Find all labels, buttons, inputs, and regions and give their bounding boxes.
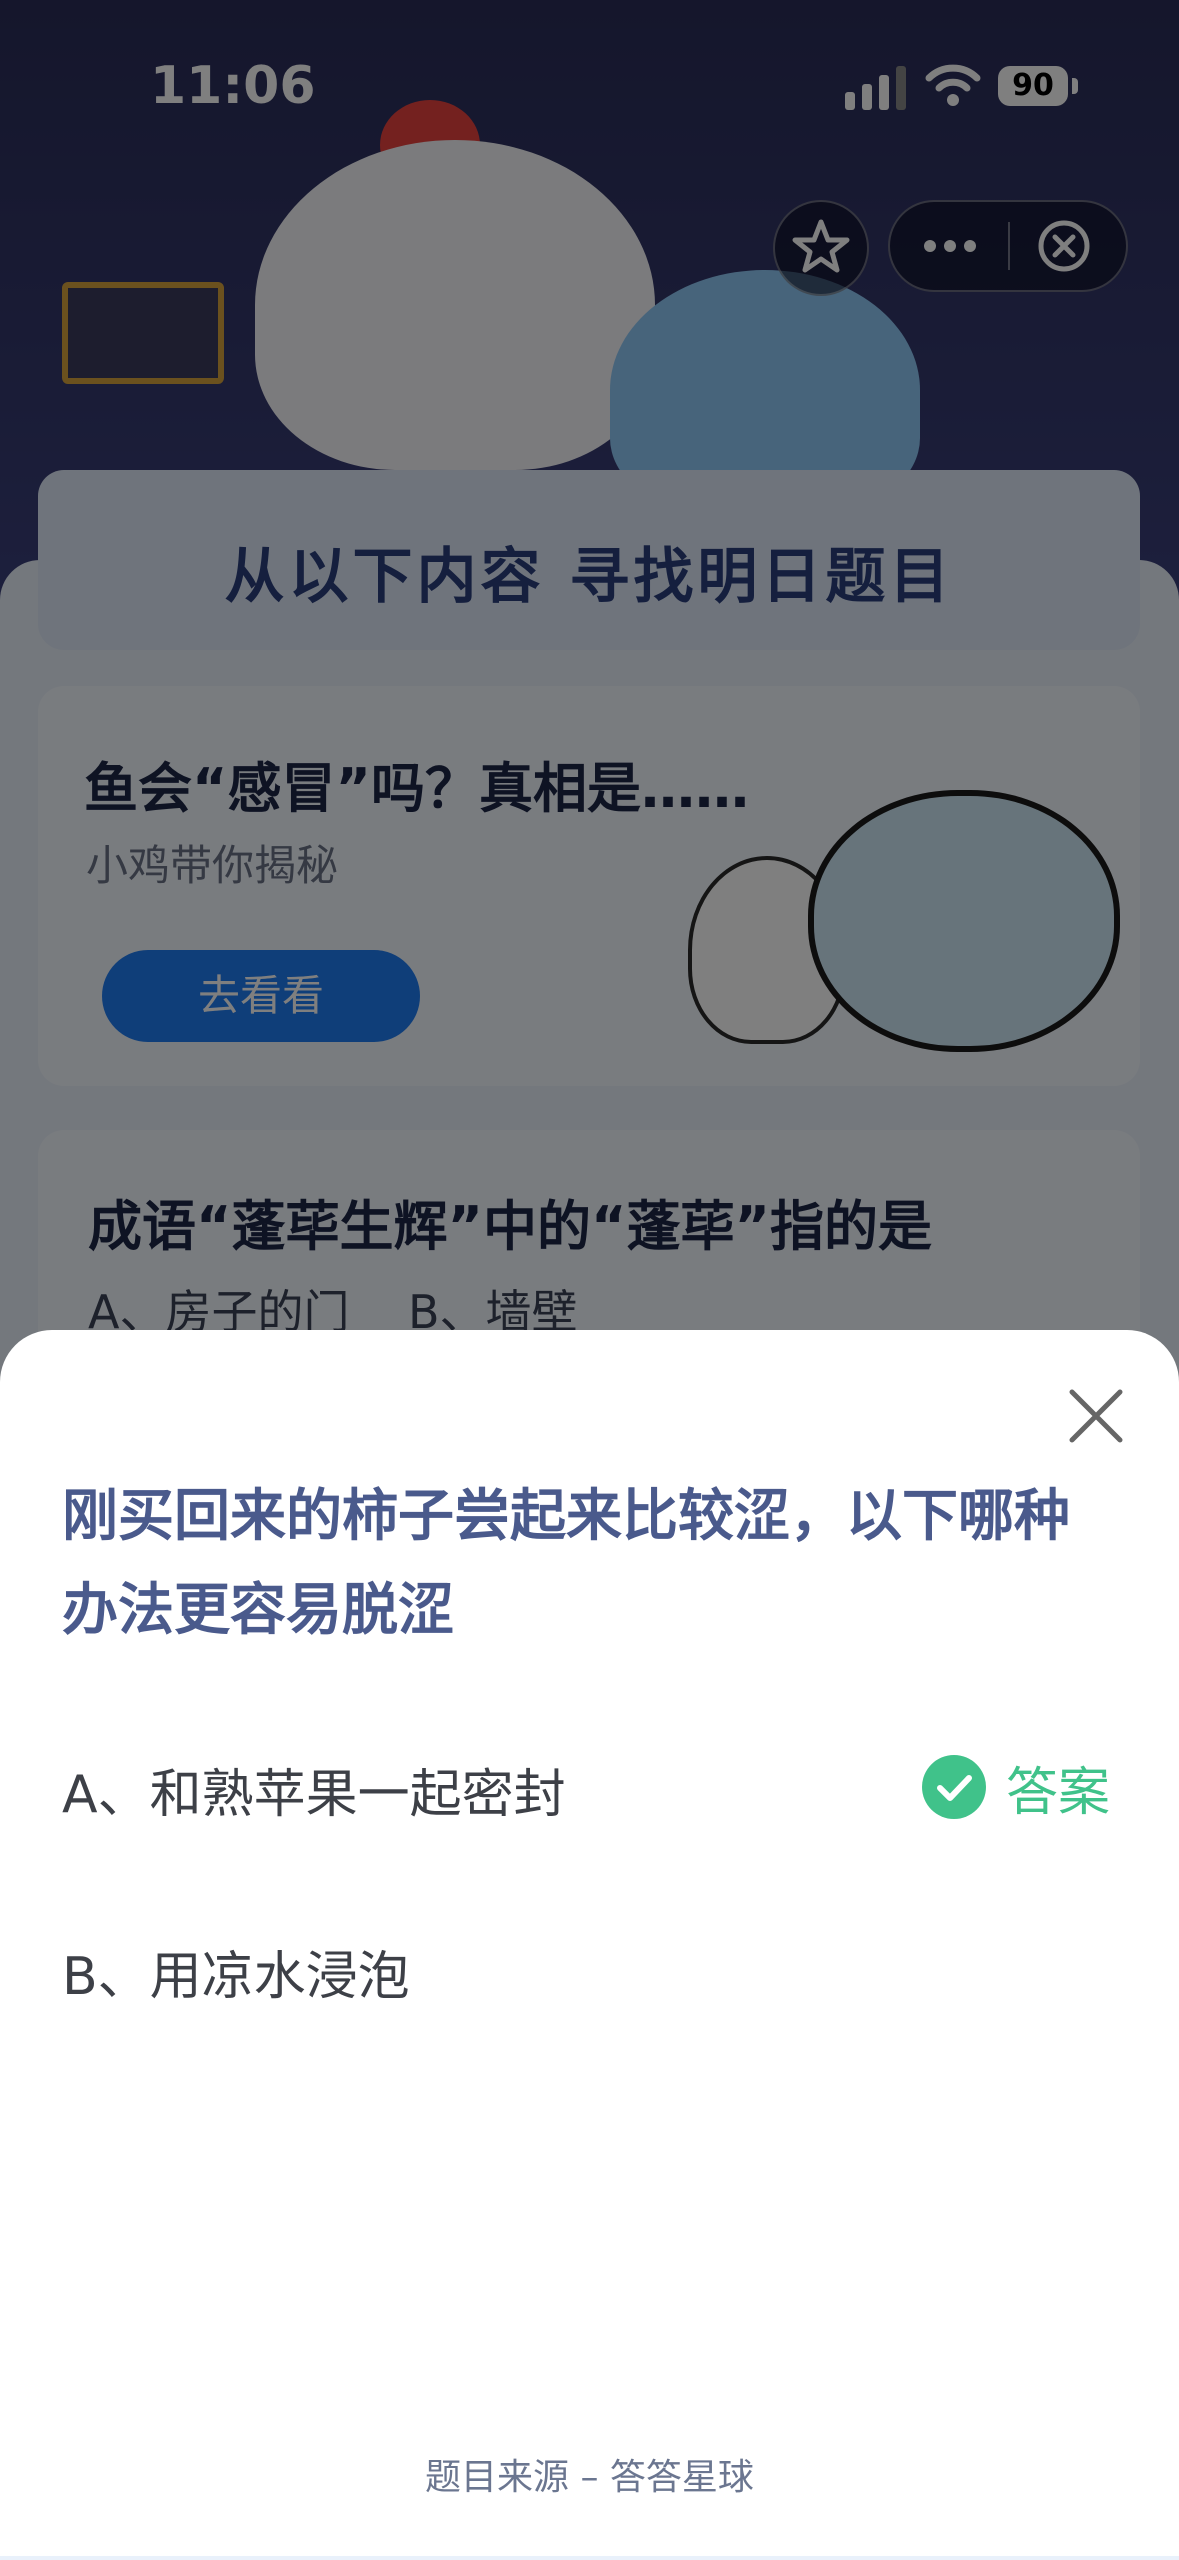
answer-label: 答案 bbox=[1006, 1762, 1111, 1823]
answer-sheet: 刚买回来的柿子尝起来比较涩，以下哪种办法更容易脱涩 A、和熟苹果一起密封 答案 … bbox=[0, 1330, 1179, 2556]
option-a[interactable]: A、和熟苹果一起密封 bbox=[62, 1752, 566, 1827]
answer-badge: 答案 bbox=[922, 1752, 1111, 1823]
close-icon[interactable] bbox=[1066, 1386, 1126, 1446]
check-icon bbox=[922, 1755, 986, 1819]
question-text: 刚买回来的柿子尝起来比较涩，以下哪种办法更容易脱涩 bbox=[62, 1484, 1070, 1643]
question-source: 题目来源 – 答答星球 bbox=[425, 2457, 754, 2498]
option-b[interactable]: B、用凉水浸泡 bbox=[62, 1934, 410, 2009]
